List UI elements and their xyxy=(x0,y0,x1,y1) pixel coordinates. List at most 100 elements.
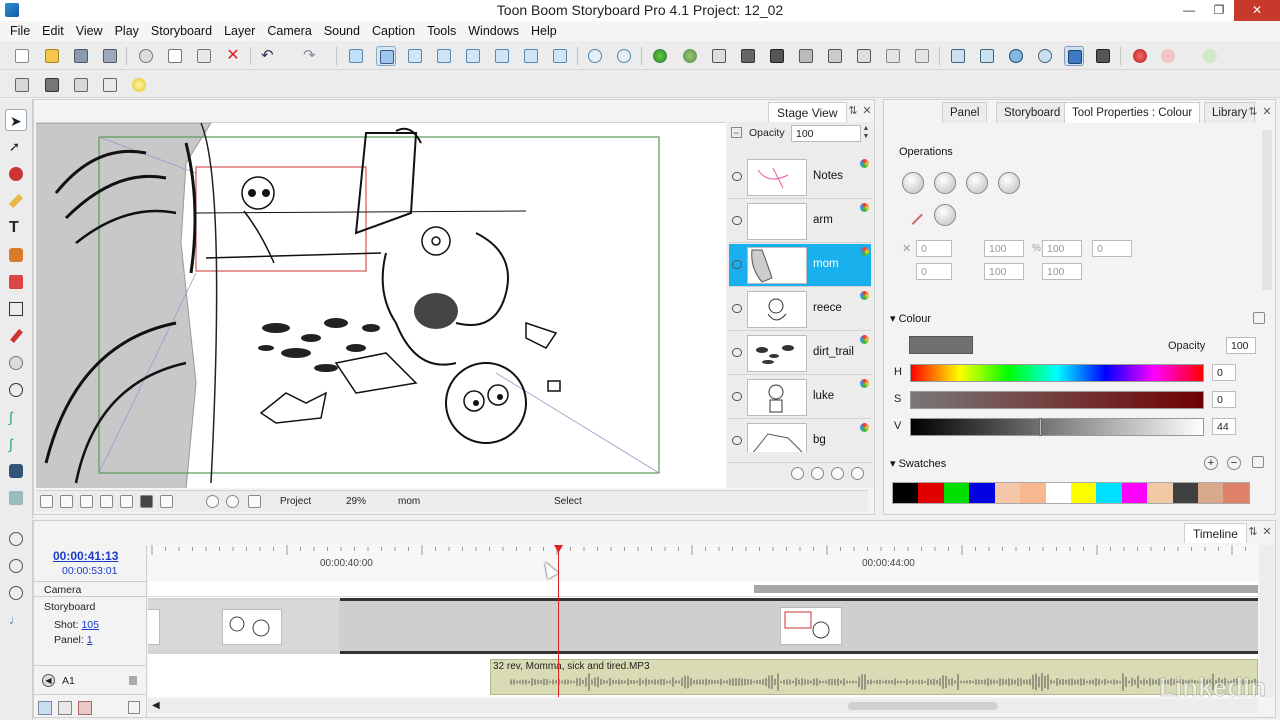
width-field[interactable]: 100 xyxy=(984,240,1024,257)
panel-clip-current[interactable] xyxy=(340,598,1258,654)
camera-icon[interactable] xyxy=(1093,46,1113,66)
mask-icon[interactable] xyxy=(140,495,153,508)
rotation-field[interactable]: 0 xyxy=(1092,240,1132,257)
show-panel-icon[interactable] xyxy=(160,495,173,508)
onion-skin-icon[interactable] xyxy=(1130,46,1150,66)
zoom-fit-icon[interactable] xyxy=(248,495,261,508)
status-view-mode[interactable]: Project xyxy=(280,496,311,507)
visibility-eye-icon[interactable] xyxy=(732,216,742,225)
layer-row-dirt-trail[interactable]: dirt_trail xyxy=(729,332,871,375)
export-pdf-icon[interactable] xyxy=(767,46,787,66)
swatch-options-icon[interactable] xyxy=(1252,456,1264,468)
height-field-2[interactable]: 100 xyxy=(1042,263,1082,280)
height-field[interactable]: 100 xyxy=(1042,240,1082,257)
lightbulb-icon[interactable] xyxy=(129,75,149,95)
value-field[interactable]: 44 xyxy=(1212,418,1236,435)
tab-storyboard[interactable]: Storyboard xyxy=(996,102,1069,123)
zoom-out-icon[interactable] xyxy=(614,46,634,66)
grid-toggle-icon[interactable] xyxy=(60,495,73,508)
table-icon[interactable] xyxy=(521,46,541,66)
menu-help[interactable]: Help xyxy=(525,21,563,41)
save-icon[interactable] xyxy=(71,46,91,66)
panel-clip-previous[interactable] xyxy=(148,600,338,650)
current-time[interactable]: 00:00:41:13 xyxy=(53,549,118,563)
onion-skin-range-icon[interactable] xyxy=(1158,46,1178,66)
menu-camera[interactable]: Camera xyxy=(261,21,317,41)
colour-swatch[interactable] xyxy=(893,483,919,503)
import-icon[interactable] xyxy=(709,46,729,66)
copy-icon[interactable] xyxy=(165,46,185,66)
text-tool-icon[interactable]: T xyxy=(5,217,27,239)
panel-close-icon[interactable]: ✕ xyxy=(860,104,874,118)
panel-close-icon[interactable]: ✕ xyxy=(1260,105,1274,119)
timeline-hscrollbar[interactable]: ◀ xyxy=(148,699,1258,713)
stroke-tool-icon[interactable]: ∫ xyxy=(5,433,27,455)
colour-swatch[interactable] xyxy=(1096,483,1122,503)
cut-icon[interactable] xyxy=(136,46,156,66)
colour-swatch[interactable] xyxy=(1121,483,1148,503)
sound-volume-icon[interactable] xyxy=(5,555,27,577)
colour-swatch[interactable] xyxy=(1070,483,1097,503)
safe-area-icon[interactable] xyxy=(80,495,93,508)
paste-icon[interactable] xyxy=(194,46,214,66)
settings-icon[interactable] xyxy=(912,46,932,66)
layer-toggle-icon[interactable]: ⇔ xyxy=(731,127,742,138)
sound-icon[interactable] xyxy=(1064,46,1084,66)
ellipse-tool-icon[interactable] xyxy=(5,379,27,401)
stage-canvas[interactable] xyxy=(36,122,726,488)
overlay-icon[interactable] xyxy=(120,495,133,508)
layer-opacity-field[interactable]: 100 xyxy=(791,125,861,142)
menu-play[interactable]: Play xyxy=(109,21,145,41)
conform-icon[interactable] xyxy=(854,46,874,66)
colour-options-icon[interactable] xyxy=(1253,312,1265,324)
visibility-eye-icon[interactable] xyxy=(732,348,742,357)
camera-track[interactable] xyxy=(148,581,1258,597)
visibility-eye-icon[interactable] xyxy=(732,392,742,401)
export-bitmap-icon[interactable] xyxy=(825,46,845,66)
hand-tool-icon[interactable] xyxy=(5,352,27,374)
tab-tool-properties-colour[interactable]: Tool Properties : Colour xyxy=(1064,102,1201,123)
brush-tool-icon[interactable] xyxy=(5,163,27,185)
visibility-eye-icon[interactable] xyxy=(732,304,742,313)
layer-row-luke[interactable]: luke xyxy=(729,376,871,419)
dropper-tool-icon[interactable] xyxy=(5,325,27,347)
menu-caption[interactable]: Caption xyxy=(366,21,421,41)
x-position-field[interactable]: 0 xyxy=(916,240,952,257)
layer-row-notes[interactable]: Notes xyxy=(729,156,871,199)
timeline-tool-1-icon[interactable] xyxy=(38,701,52,715)
lock-icon[interactable] xyxy=(129,676,137,685)
menu-windows[interactable]: Windows xyxy=(462,21,525,41)
camera-mask-icon[interactable] xyxy=(376,46,396,66)
export-icon[interactable] xyxy=(738,46,758,66)
minimize-button[interactable]: — xyxy=(1174,0,1204,21)
menu-sound[interactable]: Sound xyxy=(318,21,366,41)
add-layer-icon[interactable] xyxy=(42,75,62,95)
rotate-view-icon[interactable] xyxy=(226,495,239,508)
saturation-slider[interactable] xyxy=(910,391,1204,409)
reset-rotate-icon[interactable] xyxy=(206,495,219,508)
field-guide-icon[interactable] xyxy=(100,495,113,508)
tab-stage-view[interactable]: Stage View xyxy=(768,102,847,122)
sound-fade-icon[interactable] xyxy=(5,582,27,604)
pencil-tool-icon[interactable] xyxy=(5,190,27,212)
first-frame-icon[interactable] xyxy=(948,46,968,66)
camera-view-icon[interactable] xyxy=(40,495,53,508)
visibility-eye-icon[interactable] xyxy=(732,260,742,269)
value-slider-handle[interactable] xyxy=(1039,418,1042,436)
menu-tools[interactable]: Tools xyxy=(421,21,462,41)
colour-swatch[interactable] xyxy=(994,483,1021,503)
audio-track[interactable]: 32 rev, Momma, sick and tired.MP3 xyxy=(148,657,1258,697)
flip-horizontal-icon[interactable] xyxy=(902,172,924,194)
tools-icon[interactable] xyxy=(883,46,903,66)
scroll-left-icon[interactable]: ◀ xyxy=(152,700,160,711)
pencil-edit-icon[interactable] xyxy=(903,205,923,225)
value-slider[interactable] xyxy=(910,418,1204,436)
add-panel-icon[interactable] xyxy=(12,75,32,95)
globe-icon[interactable] xyxy=(650,46,670,66)
colour-swatch[interactable] xyxy=(943,483,970,503)
previous-frame-icon[interactable] xyxy=(977,46,997,66)
light-table-icon[interactable] xyxy=(346,46,366,66)
current-colour-swatch[interactable] xyxy=(909,336,973,354)
camera-tool-icon[interactable] xyxy=(5,460,27,482)
panel-view-icon[interactable] xyxy=(463,46,483,66)
